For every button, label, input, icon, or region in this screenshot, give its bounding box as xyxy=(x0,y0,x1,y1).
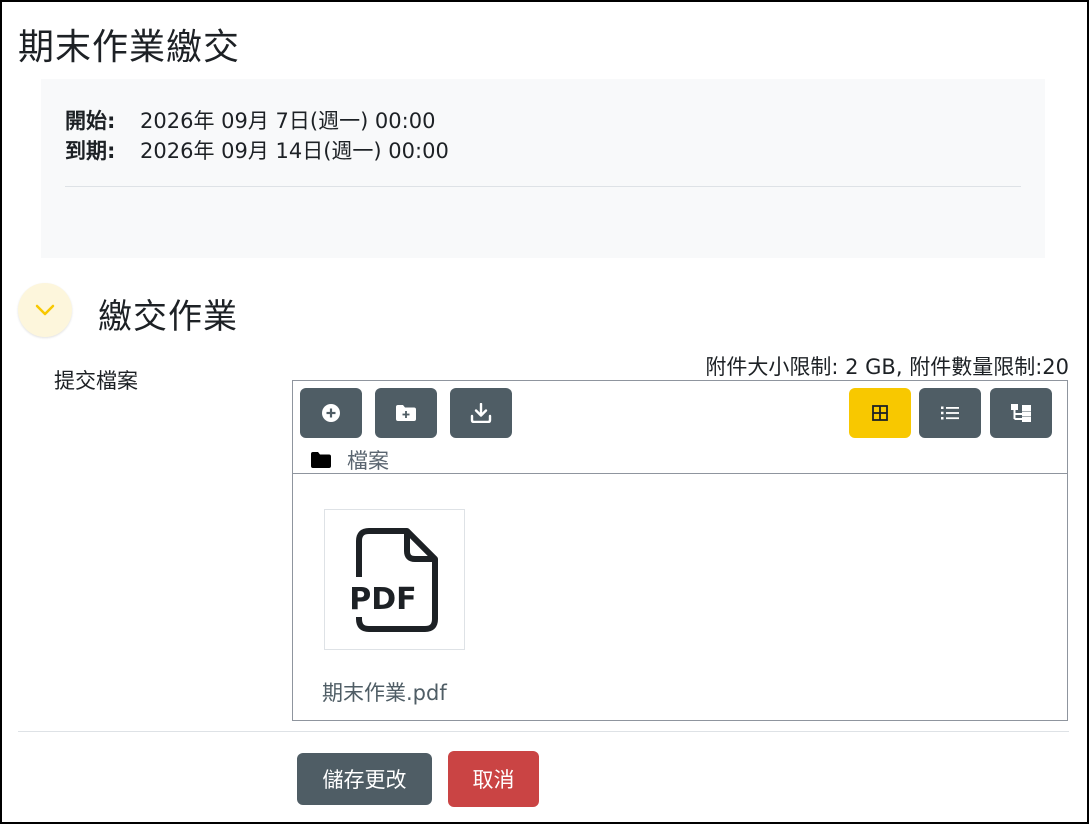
view-icons-button[interactable] xyxy=(849,388,911,438)
new-folder-button[interactable] xyxy=(375,388,437,438)
pdf-file-icon: PDF xyxy=(348,527,438,632)
grid-icon xyxy=(872,405,888,421)
start-date-value: 2026年 09月 7日(週一) 00:00 xyxy=(140,109,436,133)
page-title: 期末作業繳交 xyxy=(18,27,241,68)
due-date-label: 到期: xyxy=(65,139,116,163)
pdf-file-icon-text: PDF xyxy=(349,582,416,617)
folder-plus-icon xyxy=(396,405,416,421)
upload-limits: 附件大小限制: 2 GB, 附件數量限制:20 xyxy=(705,355,1069,379)
view-tree-button[interactable] xyxy=(990,388,1052,438)
section-collapse-toggle[interactable] xyxy=(18,283,72,337)
dates-panel: 開始: 2026年 09月 7日(週一) 00:00 到期: 2026年 09月… xyxy=(41,79,1045,258)
start-date-label: 開始: xyxy=(65,109,116,133)
file-name[interactable]: 期末作業.pdf xyxy=(322,677,447,707)
start-date-row: 開始: 2026年 09月 7日(週一) 00:00 xyxy=(65,105,435,135)
breadcrumb: 檔案 xyxy=(311,445,389,475)
form-divider xyxy=(18,731,1069,732)
breadcrumb-root[interactable]: 檔案 xyxy=(347,445,389,475)
download-icon xyxy=(470,403,492,423)
tree-icon xyxy=(1011,404,1031,422)
plus-circle-icon xyxy=(322,404,340,422)
folder-icon xyxy=(311,452,331,468)
file-field-label: 提交檔案 xyxy=(54,369,138,393)
cancel-button[interactable]: 取消 xyxy=(448,751,539,807)
due-date-value: 2026年 09月 14日(週一) 00:00 xyxy=(140,139,449,163)
add-file-button[interactable] xyxy=(300,388,362,438)
dates-divider xyxy=(65,186,1021,187)
view-list-button[interactable] xyxy=(919,388,981,438)
save-button[interactable]: 儲存更改 xyxy=(297,753,432,805)
section-title: 繳交作業 xyxy=(98,297,238,337)
chevron-down-icon xyxy=(35,304,55,316)
list-icon xyxy=(941,406,959,420)
file-item[interactable]: PDF xyxy=(324,509,465,650)
due-date-row: 到期: 2026年 09月 14日(週一) 00:00 xyxy=(65,135,449,165)
download-all-button[interactable] xyxy=(450,388,512,438)
file-manager: 檔案 PDF 期末作業.pdf xyxy=(292,380,1068,721)
file-manager-toolbar: 檔案 xyxy=(293,381,1067,474)
